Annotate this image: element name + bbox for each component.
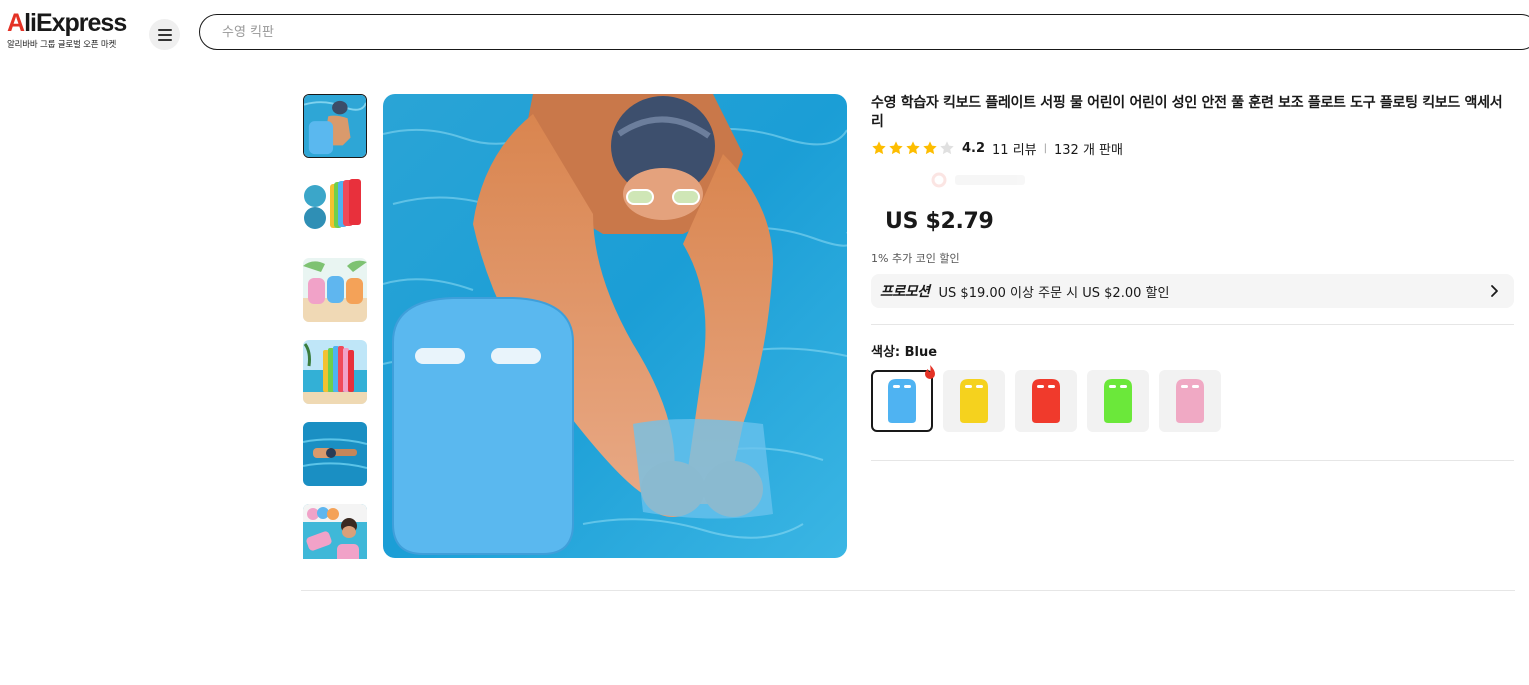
swatch-red[interactable]: [1015, 370, 1077, 432]
menu-icon: [157, 28, 172, 41]
star-icon: [889, 141, 903, 155]
chevron-right-icon: [1491, 285, 1498, 297]
star-icon: [872, 141, 886, 155]
review-count[interactable]: 11 리뷰: [992, 139, 1037, 158]
swatch-pink[interactable]: [1159, 370, 1221, 432]
product-price: US $2.79: [885, 209, 994, 234]
thumbnail-5[interactable]: [303, 422, 367, 486]
product-title: 수영 학습자 킥보드 플레이트 서핑 물 어린이 어린이 성인 안전 풀 훈련 …: [871, 95, 1503, 130]
star-icon-empty: [940, 141, 954, 155]
divider: [871, 460, 1514, 461]
hot-badge-icon: [925, 365, 935, 379]
coin-discount: 1% 추가 코인 할인: [871, 252, 960, 265]
star-icon: [906, 141, 920, 155]
swatch-green[interactable]: [1087, 370, 1149, 432]
logo-wordmark: AliExpress: [7, 9, 127, 37]
aliexpress-logo[interactable]: AliExpress 알리바바 그룹 글로벌 오픈 마켓: [7, 10, 132, 50]
search-input[interactable]: [222, 22, 1422, 42]
menu-button[interactable]: [149, 19, 180, 50]
thumbnail-list: [303, 94, 367, 559]
color-swatches: [871, 365, 1514, 432]
rating-row: 4.2 11 리뷰 | 132 개 판매: [871, 139, 1514, 158]
search-bar: [199, 14, 1529, 50]
rating-value: 4.2: [962, 140, 986, 156]
thumbnail-4[interactable]: [303, 340, 367, 404]
site-header: AliExpress 알리바바 그룹 글로벌 오픈 마켓: [0, 0, 1529, 64]
product-info: 수영 학습자 킥보드 플레이트 서핑 물 어린이 어린이 성인 안전 풀 훈련 …: [871, 94, 1514, 461]
thumbnail-6[interactable]: [303, 504, 367, 559]
thumbnail-1[interactable]: [303, 94, 367, 158]
section-divider: [301, 590, 1515, 591]
main-product-image[interactable]: [383, 94, 847, 558]
promotion-text: US $19.00 이상 주문 시 US $2.00 할인: [938, 285, 1170, 301]
thumbnail-3[interactable]: [303, 258, 367, 322]
flower-icon: [931, 172, 947, 188]
swatch-blue[interactable]: [871, 365, 935, 432]
color-label: 색상: Blue: [871, 345, 938, 360]
sold-count: 132 개 판매: [1054, 142, 1123, 158]
promotion-bar[interactable]: 프로모션 US $19.00 이상 주문 시 US $2.00 할인: [871, 274, 1514, 308]
star-icon: [923, 141, 937, 155]
rating-stars: [871, 140, 955, 156]
divider: [871, 324, 1514, 325]
thumbnail-2[interactable]: [303, 176, 367, 240]
separator: |: [1043, 142, 1048, 154]
faded-banner: [871, 167, 1514, 193]
swatch-yellow[interactable]: [943, 370, 1005, 432]
promotion-tag: 프로모션: [880, 284, 930, 300]
logo-tagline: 알리바바 그룹 글로벌 오픈 마켓: [7, 40, 117, 50]
